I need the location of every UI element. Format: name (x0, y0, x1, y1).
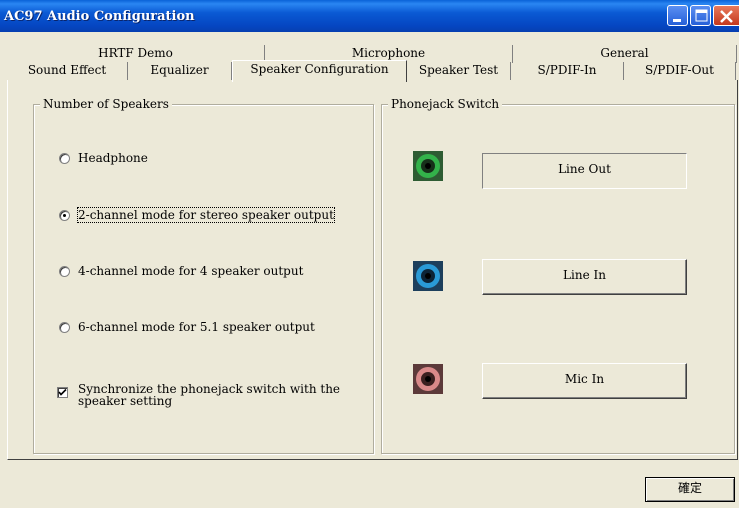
radio-indicator[interactable] (59, 152, 70, 164)
minimize-button[interactable] (667, 5, 688, 26)
radio-label: 4-channel mode for 4 speaker output (78, 264, 304, 278)
radio-label: 2-channel mode for stereo speaker output (77, 207, 335, 223)
group-legend: Number of Speakers (40, 97, 172, 111)
sync-phonejack-checkbox[interactable]: Synchronize the phonejack switch with th… (57, 383, 340, 407)
group-legend: Phonejack Switch (388, 97, 503, 111)
minimize-icon (673, 19, 681, 22)
maximize-button[interactable] (690, 5, 711, 26)
mic-in-button[interactable]: Mic In (482, 363, 687, 399)
radio-indicator[interactable] (59, 209, 70, 221)
radio-6-channel[interactable]: 6-channel mode for 5.1 speaker output (59, 320, 315, 334)
radio-label: Headphone (78, 151, 148, 165)
radio-headphone[interactable]: Headphone (59, 151, 148, 165)
tab-row-front: Sound Effect Equalizer Speaker Configura… (7, 60, 738, 82)
maximize-icon (695, 9, 708, 22)
tab-speaker-configuration[interactable]: Speaker Configuration (232, 60, 407, 82)
radio-4-channel[interactable]: 4-channel mode for 4 speaker output (59, 264, 303, 278)
radio-label: 6-channel mode for 5.1 speaker output (78, 320, 315, 334)
blue-jack-icon (413, 261, 443, 291)
line-in-button[interactable]: Line In (482, 259, 687, 295)
checkmark-icon (58, 388, 67, 396)
tab-sound-effect[interactable]: Sound Effect (7, 62, 128, 80)
tab-spdif-in[interactable]: S/PDIF-In (511, 62, 624, 80)
tab-spdif-out[interactable]: S/PDIF-Out (624, 62, 736, 80)
radio-2-channel[interactable]: 2-channel mode for stereo speaker output (59, 207, 335, 223)
line-out-button[interactable]: Line Out (482, 153, 687, 189)
tab-hrtf-demo[interactable]: HRTF Demo (7, 45, 265, 63)
ok-button[interactable]: 確定 (645, 477, 735, 502)
close-button[interactable] (713, 5, 739, 26)
pink-jack-icon (413, 364, 443, 394)
title-bar: AC97 Audio Configuration (0, 0, 739, 32)
radio-indicator[interactable] (59, 265, 70, 277)
green-jack-icon (413, 151, 443, 181)
radio-indicator[interactable] (59, 321, 70, 333)
checkbox-label-line2: speaker setting (78, 394, 173, 408)
window-title: AC97 Audio Configuration (4, 9, 195, 24)
tab-speaker-test[interactable]: Speaker Test (407, 62, 511, 80)
checkbox-indicator[interactable] (57, 387, 68, 398)
checkbox-label: Synchronize the phonejack switch with th… (78, 383, 340, 407)
tab-equalizer[interactable]: Equalizer (128, 62, 232, 80)
tab-general[interactable]: General (513, 45, 737, 63)
close-icon (720, 10, 733, 23)
